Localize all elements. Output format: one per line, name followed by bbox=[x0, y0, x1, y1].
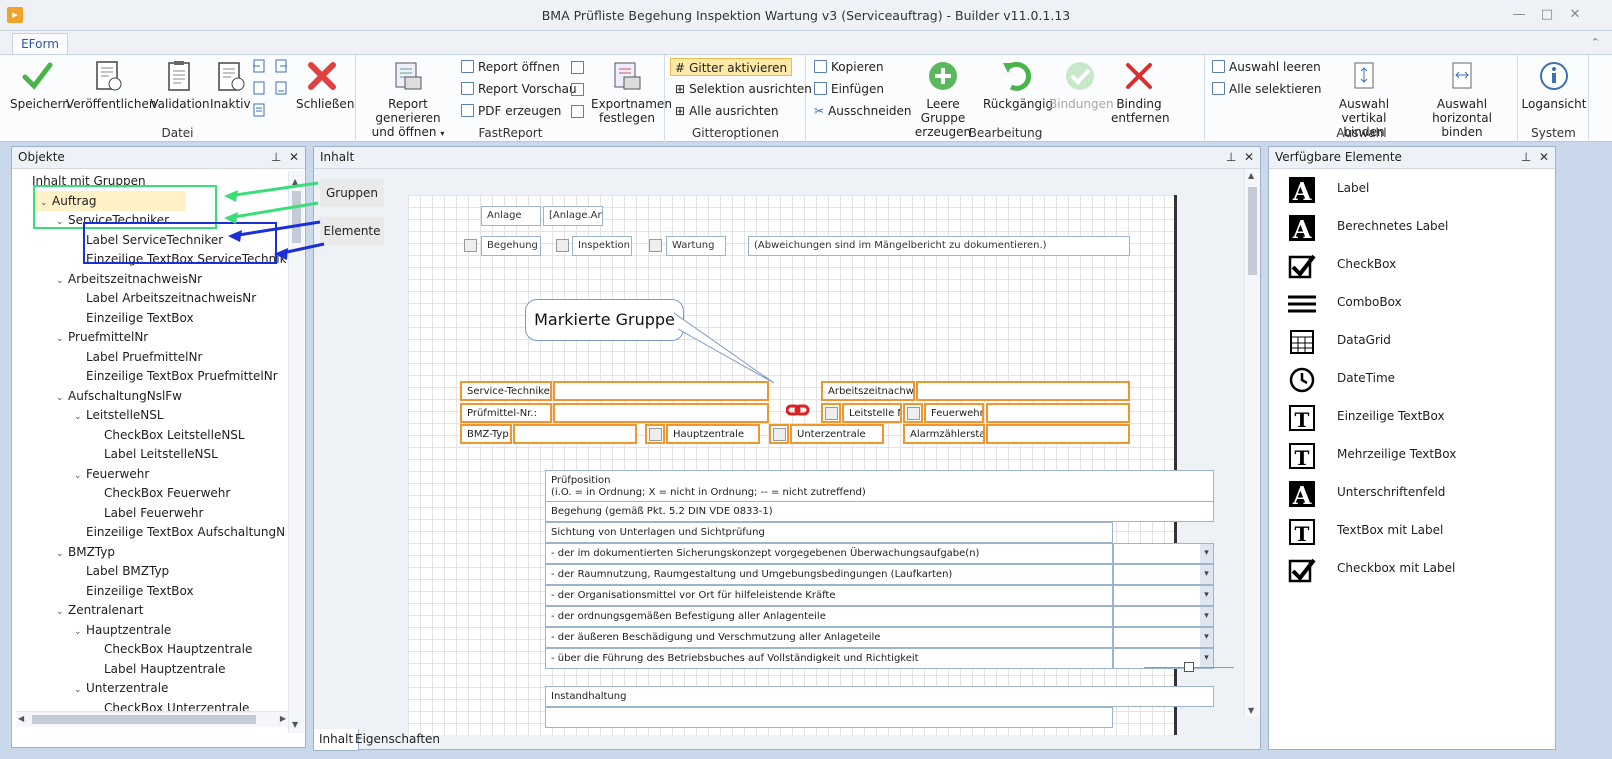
arrow-gruppen-1 bbox=[224, 190, 238, 202]
arrow-elemente-1 bbox=[228, 230, 242, 242]
group-highlight-box bbox=[33, 185, 217, 229]
annotation-overlay bbox=[33, 181, 325, 264]
